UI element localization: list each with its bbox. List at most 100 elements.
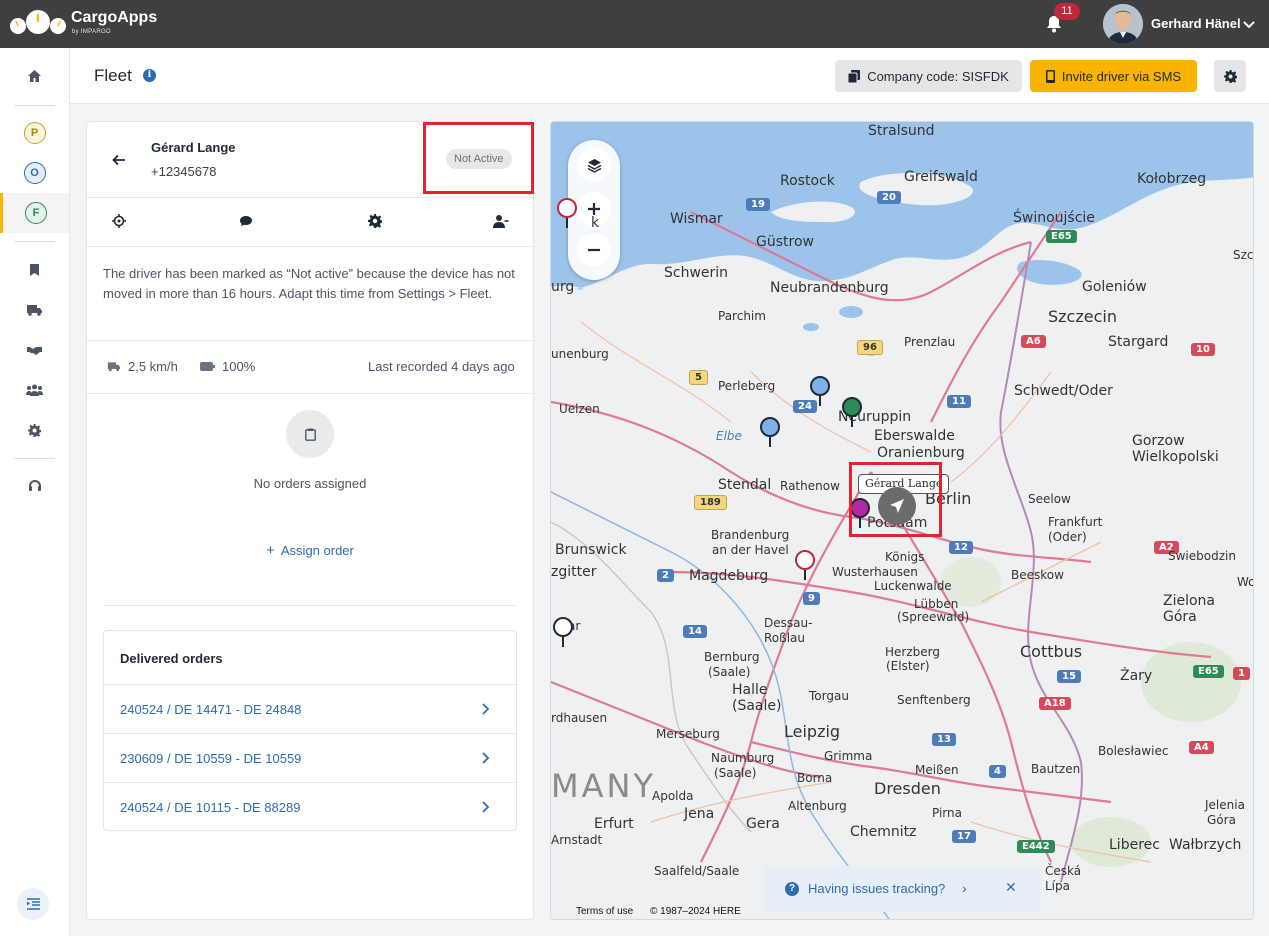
back-arrow-icon[interactable] [111, 152, 127, 168]
indent-icon [26, 898, 40, 910]
map-pin[interactable] [557, 198, 577, 228]
sidebar-item-f[interactable]: F [0, 193, 69, 233]
divider [87, 393, 533, 394]
page-title: Fleet [94, 66, 132, 85]
order-link[interactable]: 230609 / DE 10559 - DE 10559 [120, 751, 301, 766]
app-subtitle: by IMPARGO [72, 29, 111, 35]
gear-icon [1223, 69, 1237, 83]
sidebar-item-settings[interactable] [0, 410, 69, 450]
chevron-down-icon[interactable] [1242, 17, 1256, 31]
sidebar-item-partners[interactable] [0, 330, 69, 370]
sidebar-divider [14, 105, 55, 106]
sidebar-item-p[interactable]: P [0, 113, 69, 153]
chat-icon[interactable] [239, 214, 253, 228]
info-icon[interactable]: i [143, 69, 156, 82]
city-label: unenburg [551, 347, 609, 361]
city-label: rdhausen [551, 711, 608, 725]
map-pin[interactable] [842, 397, 862, 427]
city-label: Meißen [915, 763, 959, 777]
city-label: Dessau- [764, 616, 813, 630]
sidebar-item-vehicles[interactable] [0, 290, 69, 330]
city-label: Bernburg [704, 650, 760, 664]
settings-button[interactable] [1214, 60, 1246, 92]
city-label: Rostock [780, 173, 835, 189]
order-row[interactable]: 240524 / DE 10115 - DE 88289 [104, 782, 516, 831]
avatar[interactable] [1103, 4, 1143, 44]
city-label: (Spreewald) [897, 610, 970, 624]
map-pin[interactable] [760, 417, 780, 447]
order-row[interactable]: 240524 / DE 14471 - DE 24848 [104, 684, 516, 733]
users-icon [26, 384, 43, 396]
city-label: Prenzlau [904, 335, 956, 349]
sidebar-item-support[interactable] [0, 466, 69, 506]
app-name: CargoApps [71, 9, 158, 26]
city-label: Lübben [914, 597, 959, 611]
city-label: Apolda [652, 789, 694, 803]
gear-icon[interactable] [368, 214, 382, 228]
plus-icon [588, 203, 600, 215]
no-orders-text: No orders assigned [253, 476, 367, 491]
chevron-right-icon[interactable]: › [962, 880, 967, 896]
city-label: Erfurt [594, 816, 634, 832]
road-shield: 5 [689, 370, 708, 385]
copyright: © 1987–2024 HERE [650, 906, 741, 917]
terms-link[interactable]: Terms of use [576, 906, 633, 917]
city-label: Wielkopolski [1132, 449, 1219, 465]
city-label: Roßlau [764, 631, 805, 645]
city-label: Oranienburg [877, 445, 965, 461]
city-label: Naumburg [711, 751, 775, 765]
cargoapps-logo[interactable] [8, 6, 68, 40]
copy-icon [848, 69, 861, 83]
close-icon[interactable]: ✕ [1005, 879, 1017, 896]
city-label: Eberswalde [874, 428, 955, 444]
city-label: Bautzen [1031, 762, 1081, 776]
sidebar-item-team[interactable] [0, 370, 69, 410]
remove-user-icon[interactable] [493, 214, 509, 228]
company-code-button[interactable]: Company code: SISFDK [835, 60, 1022, 92]
map[interactable]: 19 20 E65 A6 10 96 5 24 11 189 12 A2 2 9… [550, 121, 1254, 920]
road-shield: 2 [657, 569, 674, 582]
map-pin[interactable] [810, 376, 830, 406]
road-shield: E442 [1017, 840, 1055, 853]
order-link[interactable]: 240524 / DE 10115 - DE 88289 [120, 800, 300, 815]
user-name[interactable]: Gerhard Hänel [1151, 16, 1241, 31]
road-shield: 17 [952, 830, 976, 843]
city-label: (Oder) [1048, 530, 1087, 544]
sidebar-collapse-button[interactable] [17, 888, 49, 920]
plus-icon: + [266, 542, 275, 559]
city-label: Leipzig [784, 722, 841, 741]
city-label: Stargard [1108, 334, 1169, 350]
city-label: Luckenwalde [874, 579, 952, 593]
tracking-issue-text[interactable]: Having issues tracking? [808, 881, 945, 896]
city-label: Schwerin [664, 265, 729, 281]
layers-button[interactable] [577, 148, 611, 182]
chevron-right-icon [482, 703, 490, 715]
city-label: Merseburg [656, 727, 720, 741]
order-row[interactable]: 230609 / DE 10559 - DE 10559 [104, 733, 516, 782]
zoom-out-button[interactable] [577, 233, 611, 267]
city-label: Dresden [874, 779, 941, 798]
tracking-issue-bar[interactable]: ? Having issues tracking? › ✕ [765, 866, 1041, 912]
sidebar-letter-o: O [23, 162, 46, 184]
map-pin[interactable] [795, 550, 815, 580]
locate-icon[interactable] [112, 214, 126, 228]
invite-driver-button[interactable]: Invite driver via SMS [1030, 60, 1197, 92]
city-label: Gorzow [1132, 433, 1185, 449]
driver-name: Gérard Lange [151, 140, 236, 155]
city-label: Szczecin [1048, 307, 1117, 326]
driver-phone: +12345678 [151, 164, 217, 179]
assign-order-link[interactable]: + Assign order [87, 542, 533, 559]
home-pin[interactable] [553, 617, 573, 647]
sidebar-item-home[interactable] [0, 56, 69, 96]
road-shield: 15 [1057, 670, 1081, 683]
order-link[interactable]: 240524 / DE 14471 - DE 24848 [120, 702, 301, 717]
highlight-box [423, 122, 534, 194]
city-label: Liberec [1109, 837, 1160, 853]
city-label: Wismar [670, 211, 723, 227]
road-shield: 19 [746, 198, 770, 211]
sidebar-item-o[interactable]: O [0, 153, 69, 193]
city-label: Grimma [824, 749, 873, 763]
sidebar-item-bookmarks[interactable] [0, 250, 69, 290]
city-label: Güstrow [756, 234, 814, 250]
city-label: Chemnitz [850, 824, 917, 840]
